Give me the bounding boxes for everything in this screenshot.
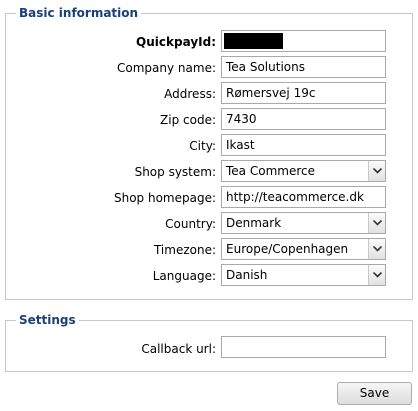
country-value: Denmark: [226, 216, 282, 230]
language-select[interactable]: Danish: [221, 264, 386, 286]
language-value: Danish: [226, 268, 268, 282]
address-label: Address:: [164, 87, 216, 101]
callback-url-label: Callback url:: [141, 342, 216, 356]
chevron-down-icon[interactable]: [368, 265, 385, 285]
zip-code-field[interactable]: 7430: [221, 108, 386, 130]
country-select[interactable]: Denmark: [221, 212, 386, 234]
quickpay-id-label: QuickpayId:: [136, 35, 216, 49]
shop-system-value: Tea Commerce: [226, 164, 315, 178]
shop-system-select[interactable]: Tea Commerce: [221, 160, 386, 182]
timezone-select[interactable]: Europe/Copenhagen: [221, 238, 386, 260]
timezone-label: Timezone:: [153, 243, 216, 257]
save-button[interactable]: Save: [337, 382, 412, 405]
company-name-label: Company name:: [117, 61, 216, 75]
shop-homepage-field[interactable]: http://teacommerce.dk: [221, 186, 386, 208]
city-label: City:: [189, 139, 216, 153]
address-field[interactable]: Rømersvej 19c: [221, 82, 386, 104]
quickpay-id-field[interactable]: [221, 30, 386, 52]
chevron-down-icon[interactable]: [368, 239, 385, 259]
company-name-field[interactable]: Tea Solutions: [221, 56, 386, 78]
city-field[interactable]: Ikast: [221, 134, 386, 156]
chevron-down-icon[interactable]: [368, 161, 385, 181]
shop-homepage-label: Shop homepage:: [113, 191, 216, 205]
timezone-value: Europe/Copenhagen: [226, 242, 349, 256]
zip-code-label: Zip code:: [160, 113, 216, 127]
country-label: Country:: [165, 217, 216, 231]
shop-system-label: Shop system:: [134, 165, 216, 179]
callback-url-field[interactable]: [221, 336, 386, 358]
settings-legend: Settings: [16, 313, 79, 327]
redacted-value: [224, 33, 283, 49]
basic-information-legend: Basic information: [16, 6, 142, 20]
chevron-down-icon[interactable]: [368, 213, 385, 233]
language-label: Language:: [152, 269, 216, 283]
